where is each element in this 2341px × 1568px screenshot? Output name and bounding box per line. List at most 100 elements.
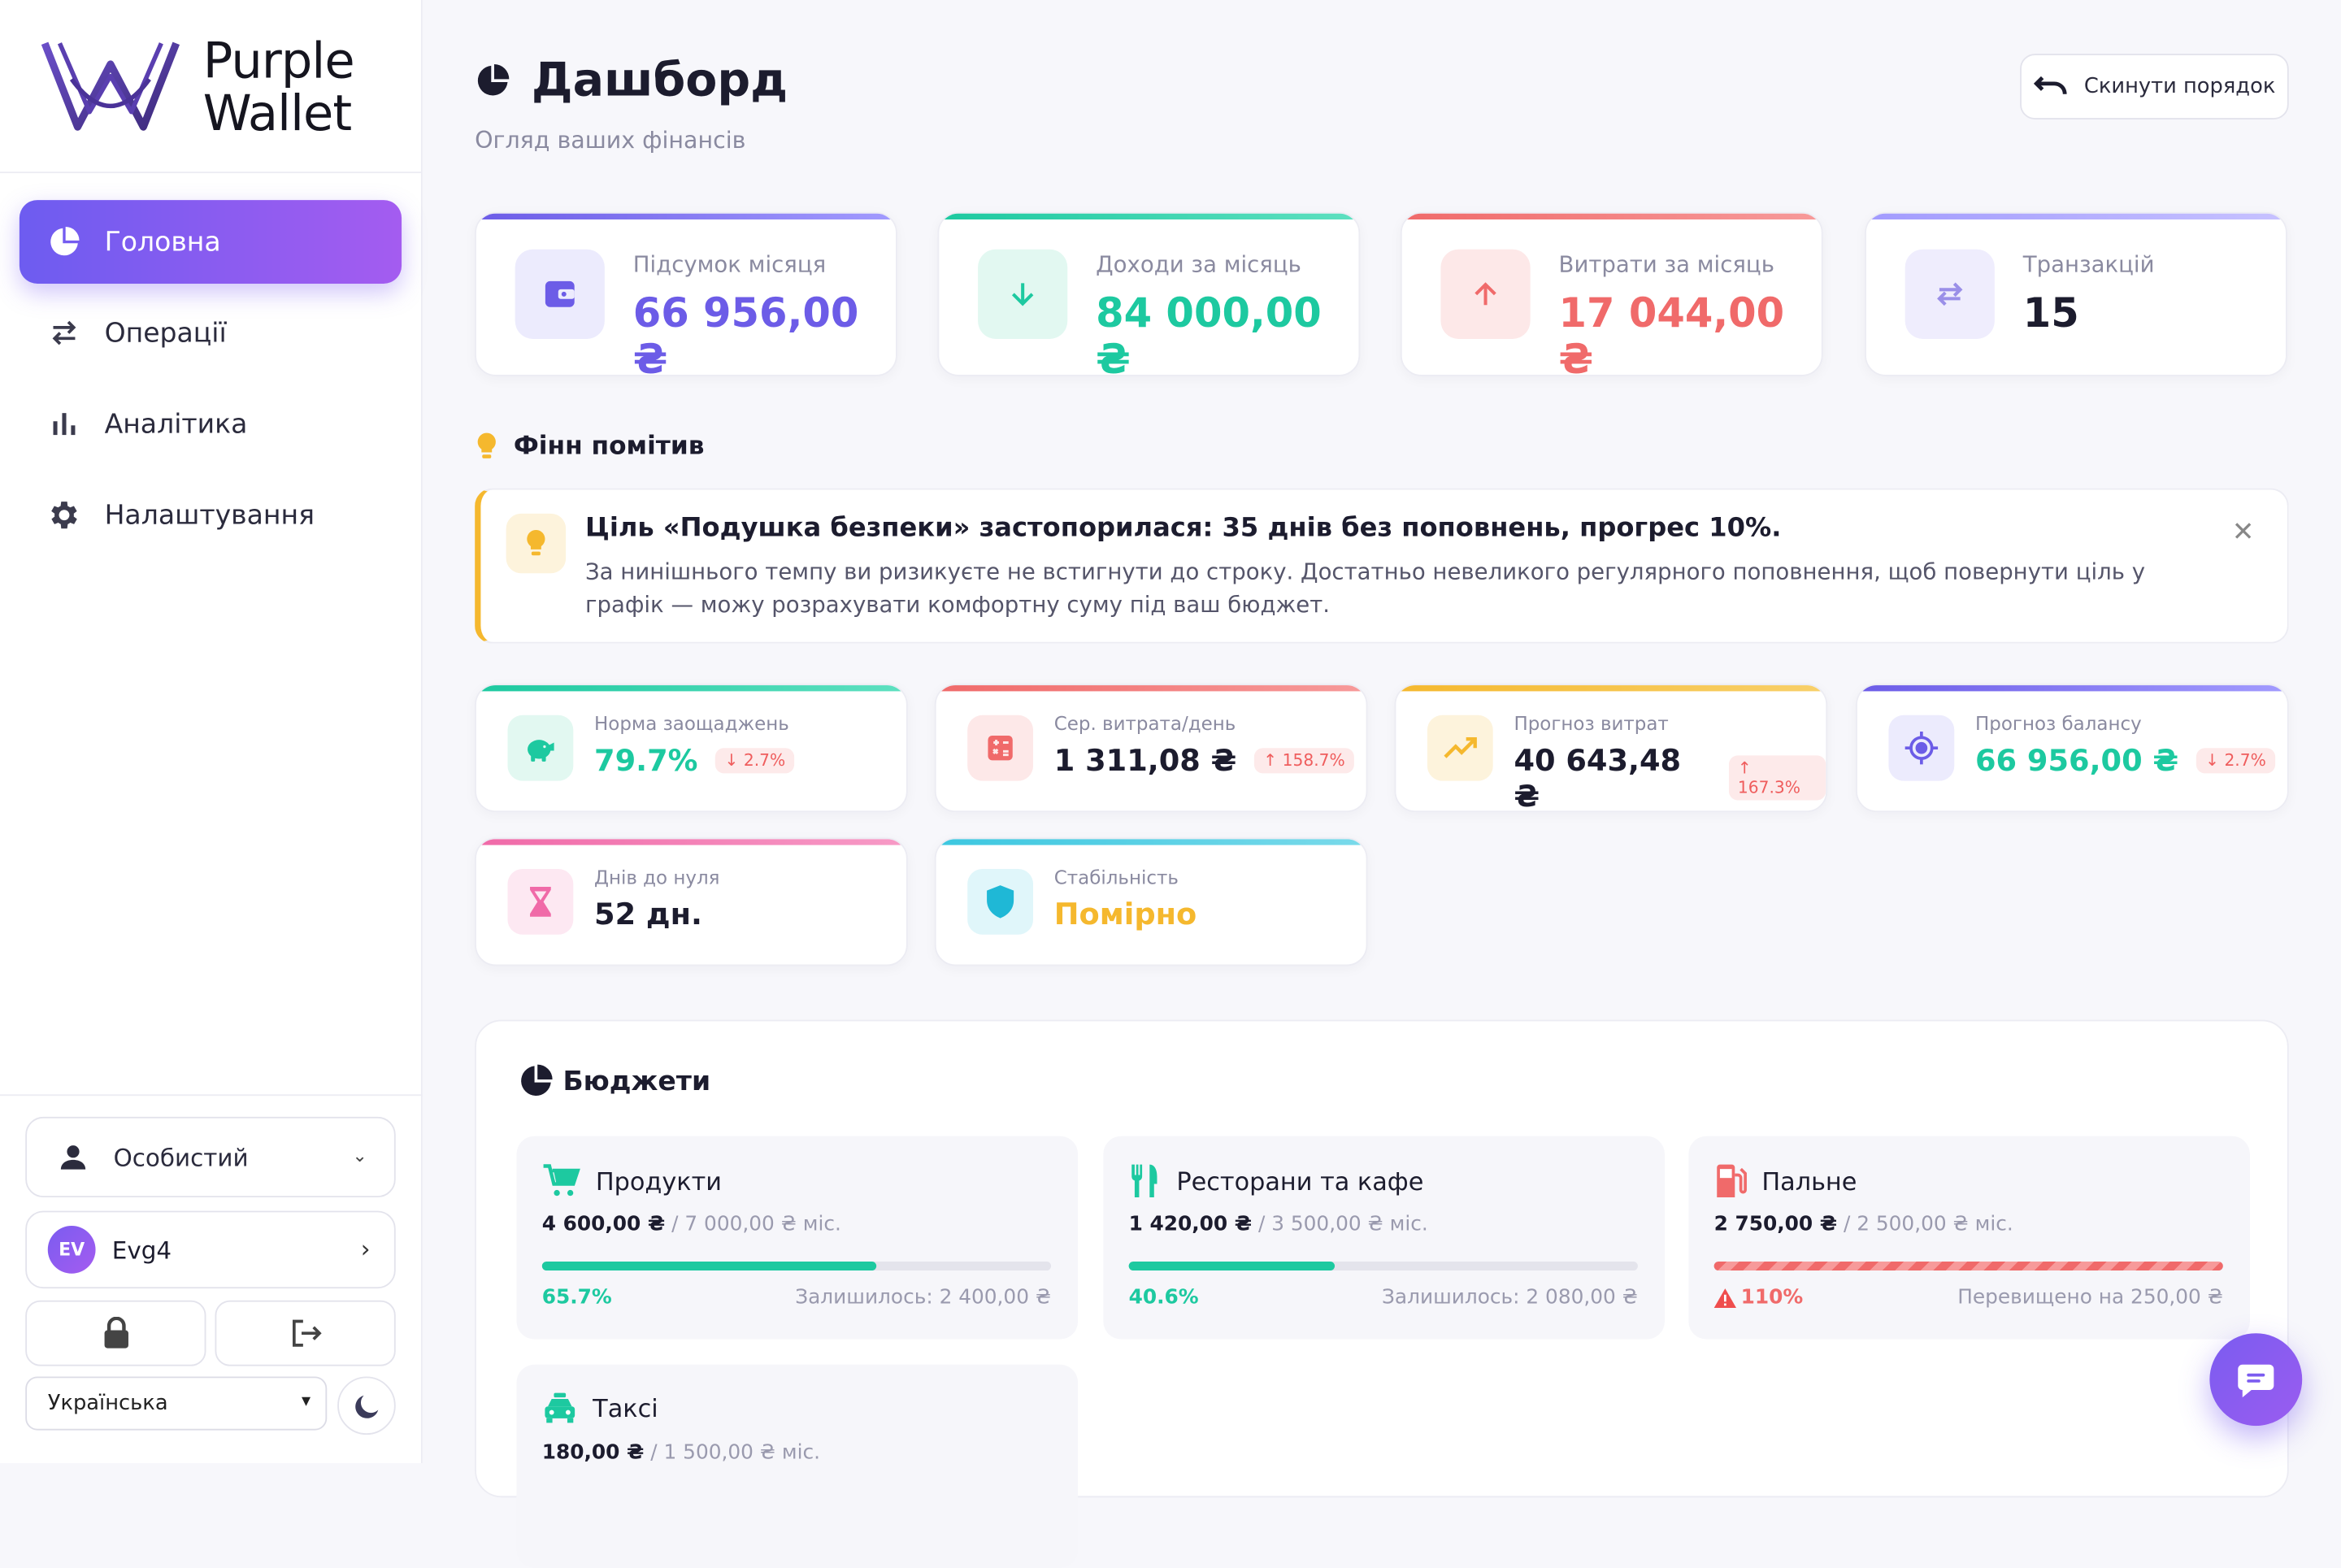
account-select[interactable]: Особистий ⌄	[25, 1116, 396, 1198]
arrow-down-icon: ↓	[724, 749, 744, 770]
wallet-icon	[515, 249, 605, 339]
budget-overspent: Перевищено на 250,00 ₴	[1957, 1285, 2223, 1310]
lock-button[interactable]	[25, 1300, 206, 1366]
arrow-down-icon: ↓	[2205, 749, 2225, 770]
reset-order-button[interactable]: Скинути порядок	[2020, 54, 2289, 119]
budget-progress-track	[1713, 1262, 2223, 1271]
warning-icon	[1713, 1288, 1736, 1308]
undo-icon	[2033, 73, 2069, 100]
metric-balance-forecast: Прогноз балансу 66 956,00 ₴ ↓ 2.7%	[1856, 684, 2289, 813]
hourglass-icon	[507, 868, 574, 935]
stat-value: 66 956,00 ₴	[632, 291, 859, 376]
chat-button[interactable]	[2209, 1333, 2303, 1427]
metric-value: 52 дн.	[594, 896, 702, 932]
stat-card-monthly-expenses: Витрати за місяць 17 044,00 ₴	[1400, 211, 1823, 376]
arrow-up-icon	[1440, 249, 1531, 339]
insight-body: За нинішнього темпу ви ризикуєте не всти…	[584, 558, 2146, 619]
close-icon[interactable]: ✕	[2232, 517, 2255, 549]
budget-period: міс.	[1389, 1212, 1428, 1236]
arrow-up-icon: ↑	[1263, 749, 1283, 770]
chevron-down-icon: ▾	[301, 1389, 311, 1411]
sidebar-nav: Головна Операції Аналітика Налаштування	[19, 200, 402, 564]
budget-period: міс.	[802, 1212, 841, 1236]
stat-label: Витрати за місяць	[1558, 250, 1774, 278]
sidebar-item-label: Налаштування	[104, 499, 315, 531]
brand-name-line2: Wallet	[202, 82, 352, 141]
insight-section-title: Фінн помітив	[475, 432, 705, 462]
fork-knife-icon	[1129, 1163, 1162, 1199]
budget-limit: / 3 500,00 ₴	[1257, 1212, 1383, 1236]
metric-label: Стабільність	[1053, 866, 1179, 888]
metric-label: Сер. витрата/день	[1053, 712, 1236, 735]
budget-percent: 65.7%	[541, 1285, 612, 1310]
metric-label: Прогноз балансу	[1974, 712, 2142, 735]
budget-spent: 180,00 ₴	[541, 1440, 645, 1465]
budget-progress-track	[1128, 1262, 1638, 1271]
budget-remaining: Залишилось: 2 400,00 ₴	[795, 1285, 1052, 1310]
stat-value: 17 044,00 ₴	[1558, 291, 1785, 376]
lightbulb-icon	[506, 513, 567, 574]
moon-icon	[354, 1394, 378, 1418]
shopping-cart-icon	[542, 1163, 581, 1199]
sidebar-item-operations[interactable]: Операції	[20, 291, 402, 375]
budget-name: Пальне	[1761, 1166, 1857, 1196]
metric-label: Днів до нуля	[594, 866, 720, 888]
stat-card-monthly-total: Підсумок місяця 66 956,00 ₴	[475, 211, 897, 376]
budget-name: Таксі	[593, 1393, 658, 1422]
user-profile[interactable]: EV Evg4 ›	[25, 1210, 396, 1289]
budget-card-groceries[interactable]: Продукти 4 600,00 ₴ / 7 000,00 ₴ міс. 65…	[516, 1136, 1079, 1340]
budget-card-restaurants[interactable]: Ресторани та кафе 1 420,00 ₴ / 3 500,00 …	[1103, 1136, 1665, 1340]
trend-badge: ↑ 158.7%	[1254, 747, 1354, 773]
language-value: Українська	[47, 1391, 168, 1416]
chat-bubble-icon	[2238, 1364, 2274, 1398]
metric-label: Прогноз витрат	[1514, 712, 1669, 735]
budget-name: Ресторани та кафе	[1176, 1166, 1424, 1196]
metric-value: 79.7%	[594, 741, 698, 778]
stat-value: 15	[2022, 291, 2079, 338]
stat-card-monthly-income: Доходи за місяць 84 000,00 ₴	[937, 211, 1361, 376]
metric-label: Норма заощаджень	[594, 712, 789, 735]
metric-value: 66 956,00 ₴	[1974, 741, 2179, 778]
brand-logo[interactable]: Purple Wallet	[0, 0, 421, 174]
budget-name: Продукти	[595, 1166, 722, 1196]
chevron-right-icon: ›	[360, 1234, 371, 1263]
budget-limit: / 2 500,00 ₴	[1843, 1212, 1969, 1236]
budget-percent: 40.6%	[1128, 1285, 1199, 1310]
budget-remaining: Залишилось: 2 080,00 ₴	[1382, 1285, 1638, 1310]
budget-card-taxi[interactable]: Таксі 180,00 ₴ / 1 500,00 ₴ міс.	[516, 1364, 1079, 1568]
insight-card: Ціль «Подушка безпеки» застопорилася: 35…	[475, 488, 2289, 644]
lock-icon	[103, 1316, 128, 1349]
theme-toggle[interactable]	[337, 1376, 396, 1436]
arrow-down-icon	[978, 249, 1068, 339]
budget-spent: 2 750,00 ₴	[1713, 1212, 1838, 1236]
budgets-panel: Бюджети Продукти 4 600,00 ₴ / 7 000,00 ₴…	[475, 1019, 2289, 1568]
logout-icon	[292, 1319, 321, 1347]
trend-badge: ↓ 2.7%	[2196, 747, 2275, 773]
metric-savings-rate: Норма заощаджень 79.7% ↓ 2.7%	[475, 684, 908, 813]
trend-badge: ↓ 2.7%	[715, 747, 795, 773]
sidebar-item-settings[interactable]: Налаштування	[20, 473, 402, 557]
bar-chart-icon	[46, 406, 82, 442]
swap-arrows-icon	[1905, 249, 1995, 339]
reset-order-label: Скинути порядок	[2083, 74, 2276, 99]
lightbulb-icon	[475, 432, 498, 462]
gear-icon	[46, 497, 82, 533]
metric-value: 1 311,08 ₴	[1053, 741, 1237, 778]
budget-progress-fill	[1713, 1262, 2223, 1271]
stat-label: Доходи за місяць	[1096, 250, 1301, 278]
main-content: Дашборд Огляд ваших фінансів Скинути пор…	[423, 0, 2341, 1568]
sidebar-item-analytics[interactable]: Аналітика	[20, 382, 402, 466]
metric-days-to-zero: Днів до нуля 52 дн.	[475, 837, 908, 966]
language-select[interactable]: Українська ▾	[25, 1376, 328, 1431]
budget-card-fuel[interactable]: Пальне 2 750,00 ₴ / 2 500,00 ₴ міс. 110%…	[1688, 1136, 2250, 1340]
sidebar-item-label: Аналітика	[104, 408, 248, 440]
budget-percent: 110%	[1740, 1285, 1804, 1310]
budgets-title: Бюджети	[518, 1063, 710, 1099]
budget-spent: 4 600,00 ₴	[541, 1212, 666, 1236]
taxi-icon	[542, 1392, 578, 1424]
sidebar-item-label: Головна	[104, 226, 221, 258]
sidebar-item-home[interactable]: Головна	[19, 200, 402, 284]
trend-badge: ↑ 167.3%	[1728, 755, 1826, 801]
budget-limit: / 1 500,00 ₴	[650, 1440, 776, 1465]
logout-button[interactable]	[215, 1300, 396, 1366]
